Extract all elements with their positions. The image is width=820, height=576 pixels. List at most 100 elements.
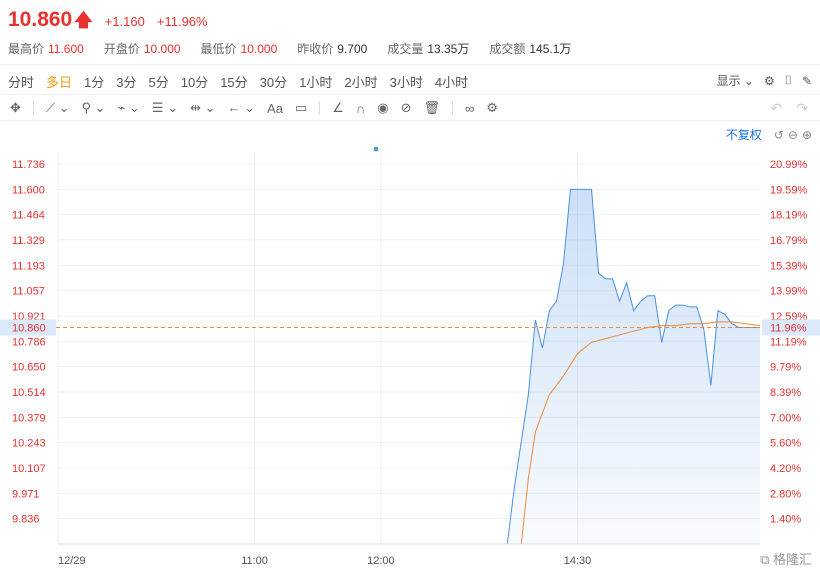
trash-icon[interactable]: 🗑 <box>423 100 440 116</box>
pct-tick-label: 13.99% <box>770 286 808 298</box>
camera-icon[interactable]: ⌷ <box>785 73 792 88</box>
pct-tick-label: 20.99% <box>770 159 808 171</box>
period-tab[interactable]: 5分 <box>149 72 169 91</box>
price-change-pct: +11.96% <box>156 14 208 29</box>
period-tab[interactable]: 1分 <box>84 72 104 91</box>
up-arrow-icon: 🡅 <box>74 10 93 30</box>
pct-tick-label: 1.40% <box>770 514 801 526</box>
quote-stats: 最高价 11.600 开盘价 10.000 最低价 10.000 昨收价 9.700 成交量 13… <box>8 40 591 57</box>
pct-tick-label: 7.00% <box>770 412 801 424</box>
show-drawings-icon[interactable]: ◉ <box>377 100 388 116</box>
pct-tick-label: 19.59% <box>770 184 808 196</box>
period-tab[interactable]: 15分 <box>220 72 247 91</box>
stat-item: 昨收价 9.700 <box>297 40 367 57</box>
fib-tool-icon[interactable]: ☰ ⌄ <box>152 100 178 116</box>
current-price: 10.860 <box>8 8 73 31</box>
toolbar-separator <box>452 101 453 115</box>
watermark: ⧉ 格隆汇 <box>760 552 812 567</box>
price-change: +1.160 <box>104 14 145 29</box>
arrow-tool-icon[interactable]: ← ⌄ <box>228 100 256 116</box>
y-tick-label: 11.193 <box>12 260 45 272</box>
stat-label: 成交量 <box>387 42 424 56</box>
pct-tick-label: 15.39% <box>770 260 808 272</box>
path-tool-icon[interactable]: ⚲ ⌄ <box>82 100 106 116</box>
pen-tool-icon[interactable]: ∠ <box>332 100 344 116</box>
period-tab[interactable]: 2小时 <box>344 72 377 91</box>
pct-tick-label: 11.19% <box>770 336 807 348</box>
undo-icon[interactable]: ↶ <box>771 100 783 117</box>
stat-value: 145.1万 <box>529 42 572 56</box>
y-tick-label: 11.329 <box>12 235 45 247</box>
comment-tool-icon[interactable]: ▭ <box>295 100 307 116</box>
y-tick-label: 10.514 <box>12 387 46 399</box>
magnet-icon[interactable]: ∩ <box>356 101 365 116</box>
display-dropdown[interactable]: 显示 ⌄ <box>717 72 754 89</box>
period-tab[interactable]: 3分 <box>116 72 136 91</box>
y-tick-label: 10.107 <box>12 463 46 475</box>
range-tool-icon[interactable]: ⇹ ⌄ <box>190 100 215 116</box>
line-tool-icon[interactable]: ⟋ ⌄ <box>46 100 70 116</box>
period-tab[interactable]: 10分 <box>181 72 208 91</box>
stat-label: 开盘价 <box>103 42 140 56</box>
y-tick-label: 11.057 <box>12 286 45 298</box>
gear-icon[interactable]: ⚙ <box>486 100 498 116</box>
undo-redo: ↶ ↷ <box>757 100 808 117</box>
wave-tool-icon[interactable]: ⌁ ⌄ <box>118 100 140 116</box>
stat-label: 最高价 <box>8 42 45 56</box>
period-tab[interactable]: 3小时 <box>390 72 423 91</box>
stat-value: 13.35万 <box>427 42 470 56</box>
period-tab[interactable]: 分时 <box>8 72 34 91</box>
pct-tick-label: 8.39% <box>770 387 801 399</box>
y-tick-label: 10.786 <box>12 336 46 348</box>
pen-icon[interactable]: ✎ <box>802 74 812 88</box>
stat-item: 开盘价 10.000 <box>104 40 181 57</box>
y-tick-label: 10.379 <box>12 412 46 424</box>
text-tool-icon[interactable]: Aa <box>267 101 283 116</box>
period-tab[interactable]: 4小时 <box>435 72 468 91</box>
y-tick-label: 11.464 <box>12 210 45 222</box>
current-price-tag-label: 10.860 <box>12 322 46 334</box>
settings-icon[interactable]: ⚙ <box>764 74 775 88</box>
stat-item: 成交额 145.1万 <box>489 40 571 57</box>
stat-label: 成交额 <box>489 42 526 56</box>
divider <box>0 64 820 65</box>
period-tab[interactable]: 1小时 <box>299 72 332 91</box>
toolbar-separator <box>319 101 321 115</box>
quote-header: 10.860 🡅 +1.160 +11.96% <box>8 8 208 31</box>
stat-label: 昨收价 <box>297 42 334 56</box>
drawing-toolbar: ✥ ⟋ ⌄ ⚲ ⌄ ⌁ ⌄ ☰ ⌄ ⇹ ⌄ ← ⌄ Aa ▭ ∠ ∩ ◉ ⊘ 🗑… <box>10 100 510 116</box>
x-tick-label: 12/29 <box>58 555 86 567</box>
y-tick-label: 11.600 <box>12 184 45 196</box>
stat-value: 10.000 <box>143 42 181 56</box>
divider <box>0 94 820 95</box>
y-tick-label: 9.971 <box>12 488 40 500</box>
stat-label: 最低价 <box>200 42 237 56</box>
x-tick-label: 14:30 <box>564 555 592 567</box>
pct-tick-label: 4.20% <box>770 463 801 475</box>
period-tab[interactable]: 30分 <box>260 72 287 91</box>
price-chart[interactable]: 11.73611.60011.46411.32911.19311.05710.9… <box>0 140 820 576</box>
toolbar-separator <box>32 101 34 115</box>
stat-value: 11.600 <box>48 42 84 56</box>
move-icon[interactable]: ✥ <box>10 100 21 116</box>
current-pct-tag-label: 11.96% <box>770 322 807 334</box>
stat-item: 最高价 11.600 <box>8 40 84 57</box>
divider <box>0 120 820 121</box>
event-marker <box>373 146 379 152</box>
pct-tick-label: 16.79% <box>770 235 808 247</box>
y-tick-label: 9.836 <box>12 514 40 526</box>
redo-icon[interactable]: ↷ <box>796 100 808 117</box>
x-tick-label: 12:00 <box>367 555 395 567</box>
link-icon[interactable]: ∞ <box>465 101 474 116</box>
period-tabs: 分时 多日 1分 3分 5分 10分 15分 30分 1小时 2小时 3小时 4小时 <box>8 72 480 91</box>
stat-item: 成交量 13.35万 <box>387 40 469 57</box>
y-tick-label: 10.243 <box>12 438 46 450</box>
hide-drawings-icon[interactable]: ⊘ <box>401 100 412 116</box>
stat-value: 9.700 <box>337 42 368 56</box>
pct-tick-label: 9.79% <box>770 362 801 374</box>
x-tick-label: 11:00 <box>241 555 268 567</box>
chart-settings: 显示 ⌄ ⚙ ⌷ ✎ <box>707 72 812 89</box>
pct-tick-label: 5.60% <box>770 438 801 450</box>
pct-tick-label: 18.19% <box>770 210 808 222</box>
period-tab[interactable]: 多日 <box>46 72 72 91</box>
